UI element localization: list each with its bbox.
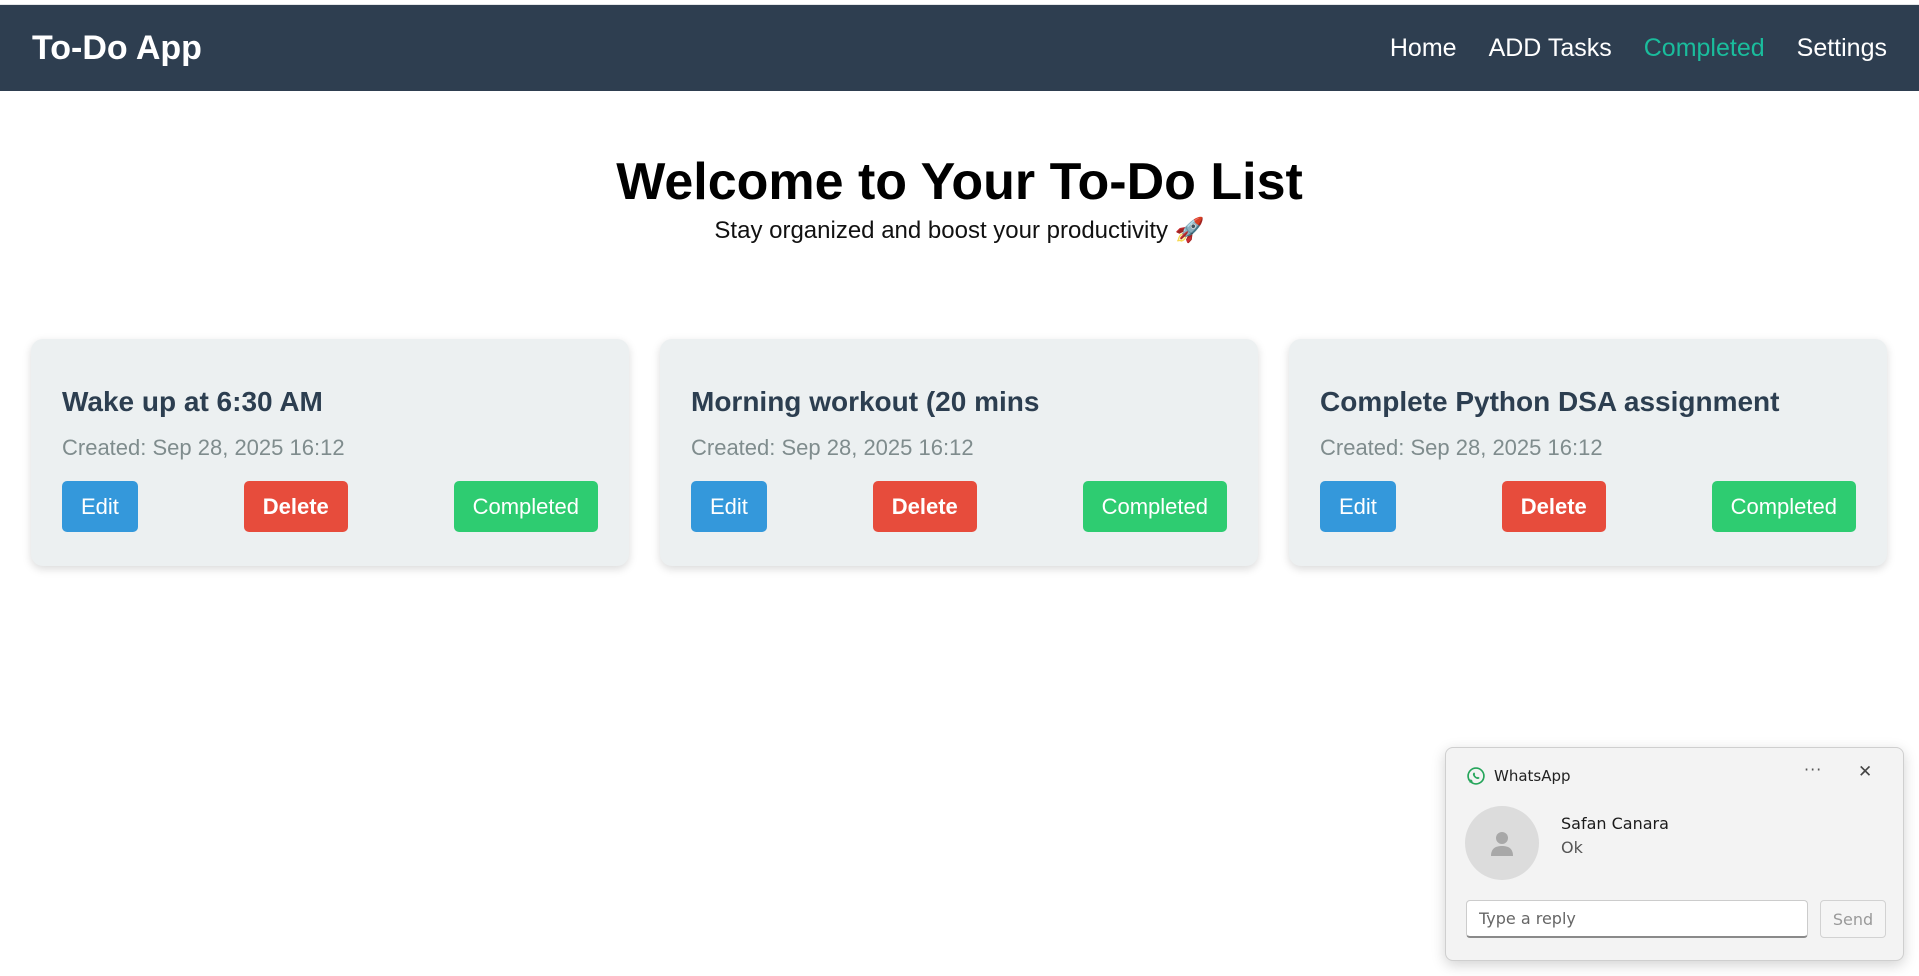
delete-button[interactable]: Delete bbox=[243, 481, 348, 532]
whatsapp-notification[interactable]: WhatsApp ··· ✕ Safan Canara Ok Send bbox=[1445, 747, 1904, 961]
task-created-date: Created: Sep 28, 2025 16:12 bbox=[691, 435, 974, 460]
navbar: To-Do App Home ADD Tasks Completed Setti… bbox=[0, 5, 1919, 91]
send-button[interactable]: Send bbox=[1820, 900, 1886, 938]
complete-button[interactable]: Completed bbox=[453, 481, 598, 532]
edit-button[interactable]: Edit bbox=[691, 481, 767, 532]
person-icon bbox=[1491, 832, 1513, 856]
nav-link-settings[interactable]: Settings bbox=[1797, 34, 1887, 63]
edit-button[interactable]: Edit bbox=[1320, 481, 1396, 532]
notification-header: WhatsApp bbox=[1466, 766, 1571, 786]
notification-sender: Safan Canara bbox=[1561, 814, 1669, 833]
task-actions: Edit Delete Completed bbox=[1320, 481, 1856, 532]
task-card: Complete Python DSA assignment Created: … bbox=[1289, 339, 1887, 566]
task-actions: Edit Delete Completed bbox=[62, 481, 598, 532]
task-created-date: Created: Sep 28, 2025 16:12 bbox=[1320, 435, 1603, 460]
complete-button[interactable]: Completed bbox=[1711, 481, 1856, 532]
task-actions: Edit Delete Completed bbox=[691, 481, 1227, 532]
page-subtitle: Stay organized and boost your productivi… bbox=[714, 217, 1205, 244]
task-list: Wake up at 6:30 AM Created: Sep 28, 2025… bbox=[31, 339, 1887, 566]
close-icon[interactable]: ✕ bbox=[1858, 762, 1872, 782]
notification-message: Ok bbox=[1561, 838, 1583, 857]
more-options-button[interactable]: ··· bbox=[1804, 760, 1822, 779]
delete-button[interactable]: Delete bbox=[1501, 481, 1606, 532]
nav-link-completed[interactable]: Completed bbox=[1644, 34, 1765, 63]
notification-app-name: WhatsApp bbox=[1494, 767, 1571, 785]
hero: Welcome to Your To-Do List Stay organize… bbox=[0, 150, 1919, 245]
whatsapp-icon bbox=[1467, 767, 1485, 785]
task-created-date: Created: Sep 28, 2025 16:12 bbox=[62, 435, 345, 460]
delete-button[interactable]: Delete bbox=[872, 481, 977, 532]
complete-button[interactable]: Completed bbox=[1082, 481, 1227, 532]
nav-links: Home ADD Tasks Completed Settings bbox=[1390, 34, 1887, 63]
reply-input[interactable] bbox=[1466, 900, 1808, 938]
task-title: Wake up at 6:30 AM bbox=[62, 386, 323, 417]
task-title: Morning workout (20 mins bbox=[691, 386, 1040, 417]
nav-link-home[interactable]: Home bbox=[1390, 34, 1457, 63]
task-card: Wake up at 6:30 AM Created: Sep 28, 2025… bbox=[31, 339, 629, 566]
app-brand[interactable]: To-Do App bbox=[32, 29, 202, 68]
nav-link-add-tasks[interactable]: ADD Tasks bbox=[1489, 34, 1612, 63]
task-card: Morning workout (20 mins Created: Sep 28… bbox=[660, 339, 1258, 566]
avatar bbox=[1465, 806, 1539, 880]
page-title: Welcome to Your To-Do List bbox=[616, 153, 1303, 211]
edit-button[interactable]: Edit bbox=[62, 481, 138, 532]
task-title: Complete Python DSA assignment bbox=[1320, 386, 1780, 417]
